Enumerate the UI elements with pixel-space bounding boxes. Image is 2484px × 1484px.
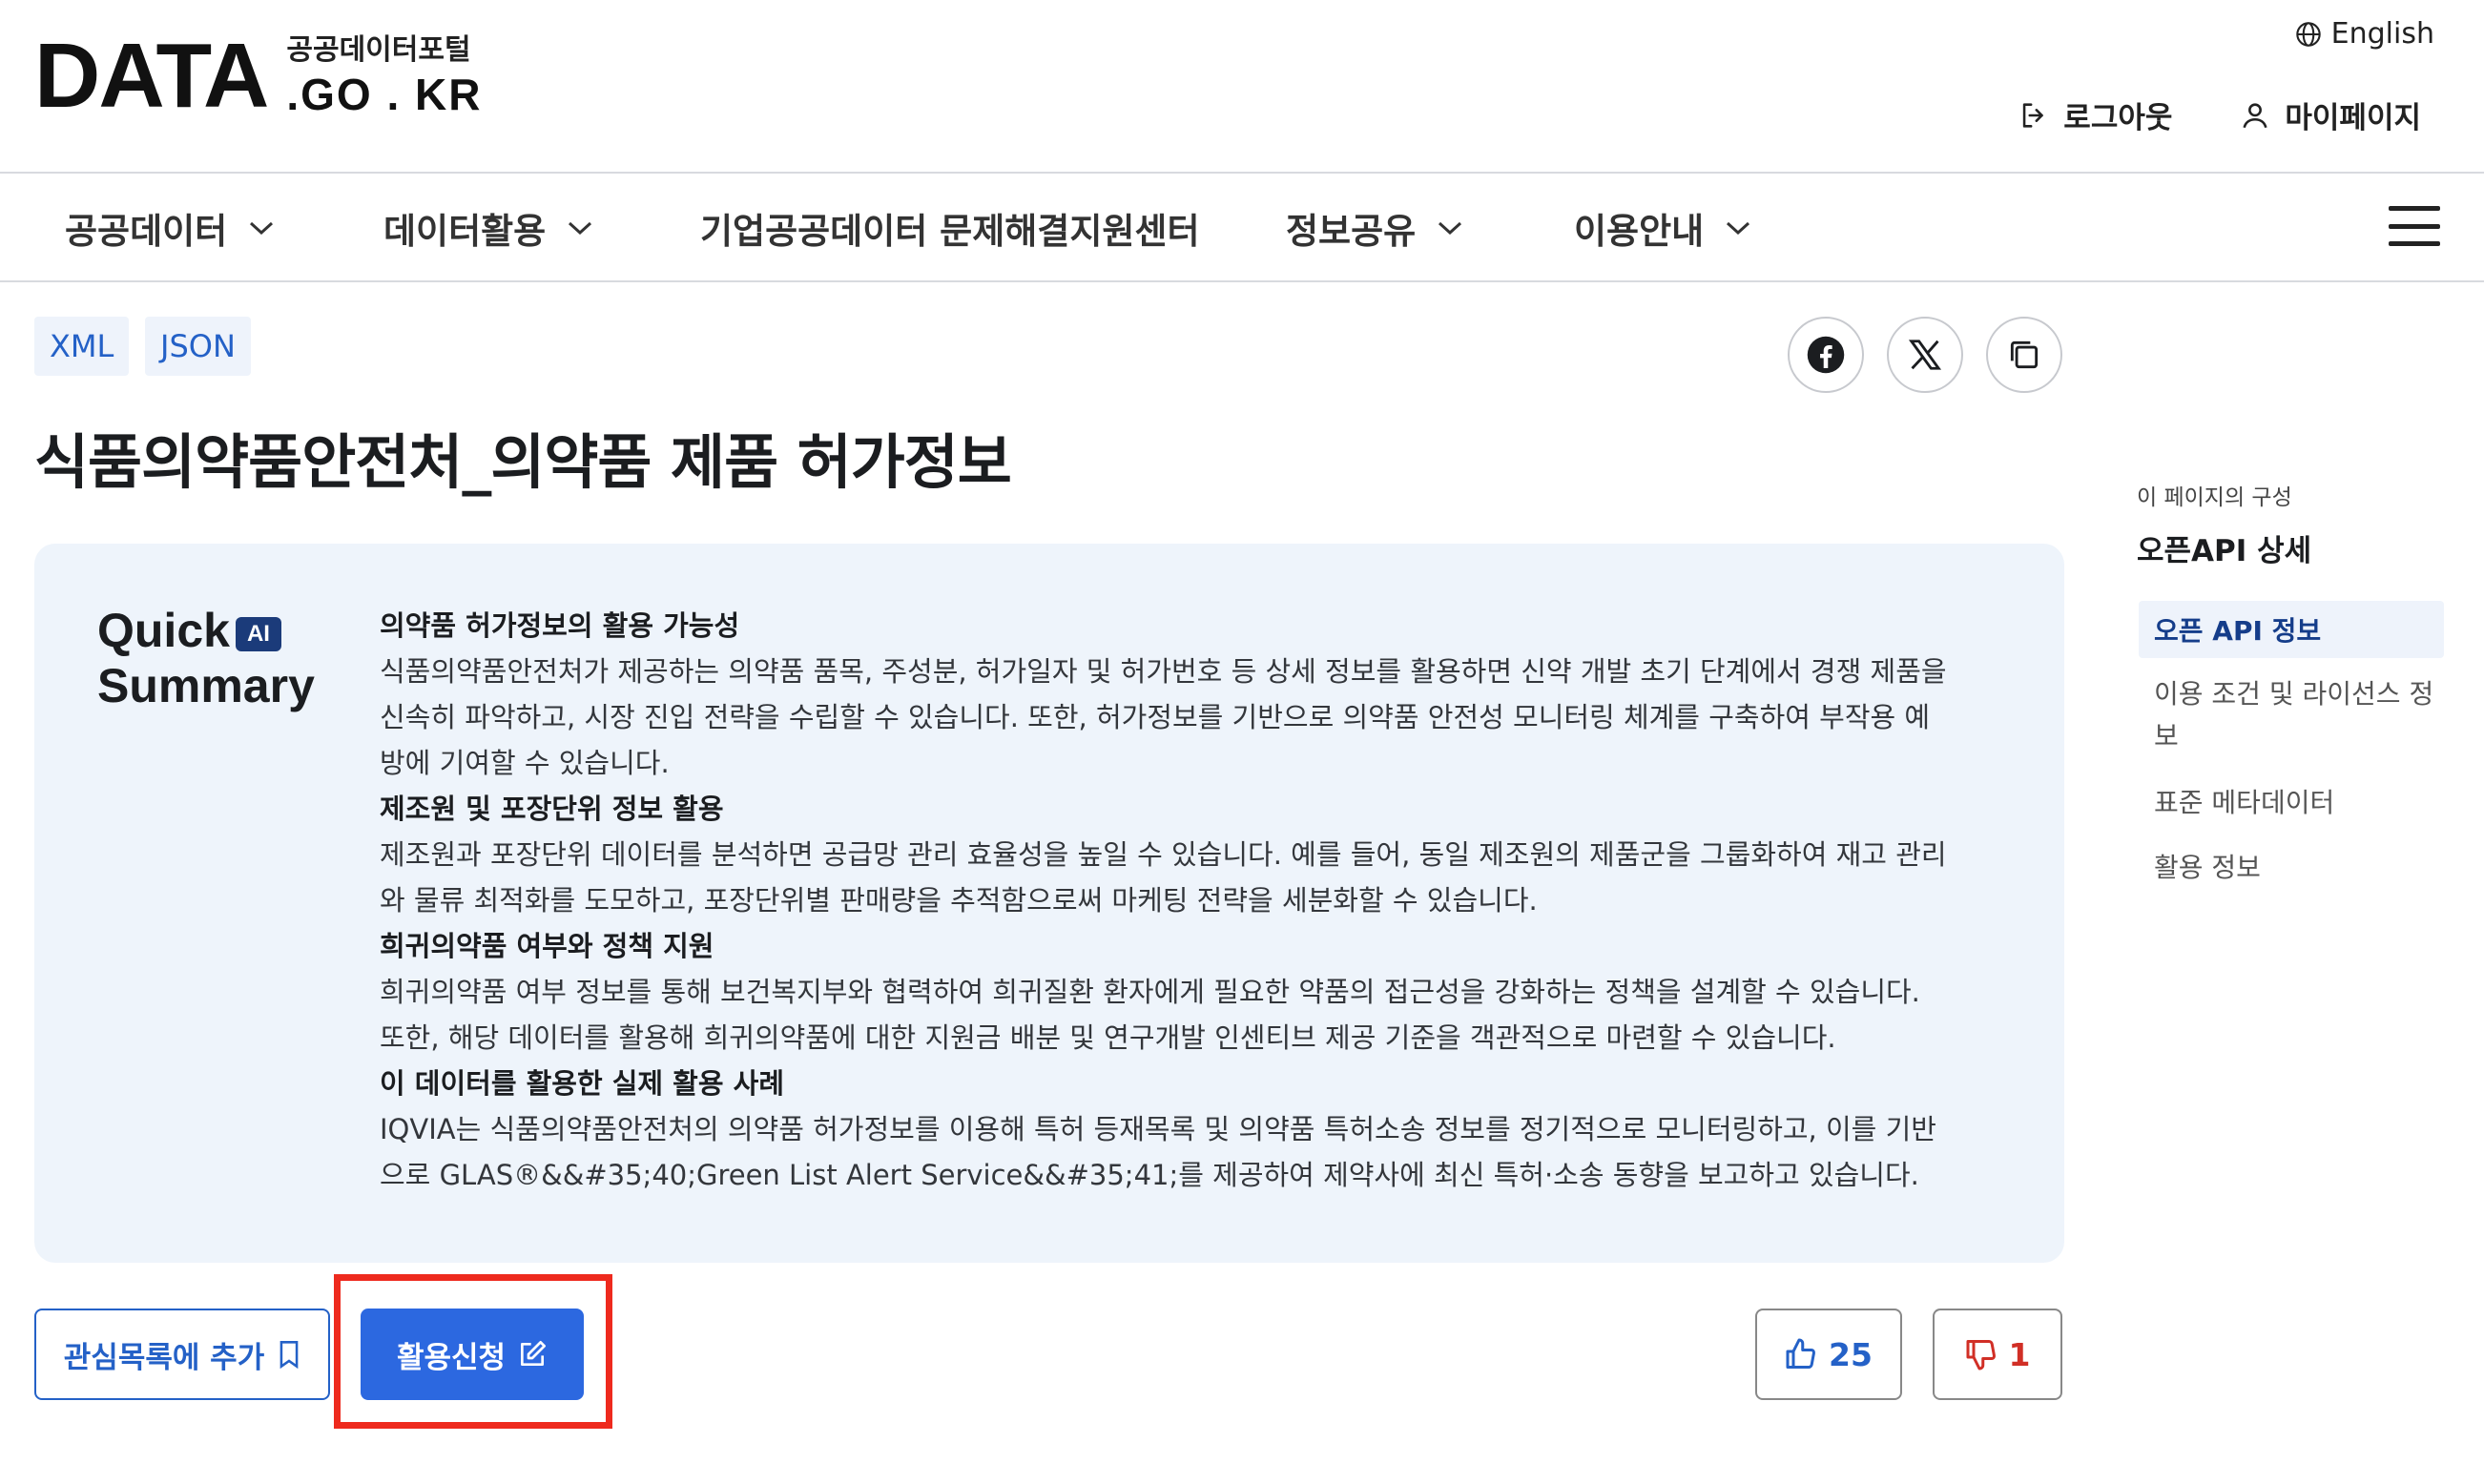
add-to-wishlist-button[interactable]: 관심목록에 추가: [34, 1309, 330, 1400]
summary-heading: 의약품 허가정보의 활용 가능성: [380, 609, 740, 642]
logout-button[interactable]: 로그아웃: [2018, 93, 2172, 136]
like-count: 25: [1829, 1335, 1873, 1373]
ai-badge: AI: [235, 616, 281, 651]
logout-icon: [2023, 102, 2044, 128]
share-x-button[interactable]: [1887, 317, 1963, 393]
toc-caption: 이 페이지의 구성: [2137, 485, 2292, 510]
site-logo[interactable]: DATA 공공데이터포털 .GO . KR: [34, 25, 483, 127]
summary-text: 희귀의약품 여부 정보를 통해 보건복지부와 협력하여 희귀질환 환자에게 필요…: [380, 976, 1920, 1008]
toc-item-license[interactable]: 이용 조건 및 라이선스 정보: [2154, 673, 2440, 757]
mypage-button[interactable]: 마이페이지: [2239, 93, 2421, 136]
dislike-button[interactable]: 1: [1933, 1309, 2062, 1400]
summary-heading: 희귀의약품 여부와 정책 지원: [380, 930, 714, 962]
like-button[interactable]: 25: [1755, 1309, 1902, 1400]
format-tag-json[interactable]: JSON: [145, 317, 251, 376]
toc-item-metadata[interactable]: 표준 메타데이터: [2154, 782, 2440, 824]
summary-text: 식품의약품안전처가 제공하는 의약품 품목, 주성분, 허가일자 및 허가번호 …: [380, 655, 1947, 688]
toc-item-usage-info[interactable]: 활용 정보: [2154, 847, 2440, 889]
site-header: DATA 공공데이터포털 .GO . KR English 로그아웃 마이페이지: [0, 0, 2484, 174]
logo-domain-text: .GO . KR: [286, 70, 483, 119]
summary-text: 으로 GLAS®&&#35;40;Green List Alert Servic…: [380, 1159, 1919, 1191]
user-utilities: 로그아웃 마이페이지: [2018, 93, 2421, 136]
toc-title: 오픈API 상세: [2137, 534, 2312, 568]
toc-item-openapi-info[interactable]: 오픈 API 정보: [2139, 601, 2444, 658]
bookmark-icon: [279, 1341, 299, 1369]
edit-icon: [521, 1341, 547, 1366]
chevron-down-icon: [569, 221, 592, 236]
nav-item-guide[interactable]: 이용안내: [1574, 202, 1751, 254]
quick-summary-title: Quick AI Summary: [97, 604, 315, 712]
apply-usage-button[interactable]: 활용신청: [361, 1309, 584, 1400]
x-logo-icon: [1908, 340, 1942, 370]
summary-text: 방에 기여할 수 있습니다.: [380, 747, 670, 779]
nav-item-enterprise-support[interactable]: 기업공공데이터 문제해결지원센터: [700, 202, 1199, 254]
thumbs-down-icon: [1966, 1340, 1996, 1371]
nav-item-data-usage[interactable]: 데이터활용: [383, 202, 593, 254]
summary-heading: 제조원 및 포장단위 정보 활용: [380, 793, 724, 825]
page-title: 식품의약품안전처_의약품 제품 허가정보: [34, 427, 1012, 497]
summary-text: 또한, 해당 데이터를 활용해 희귀의약품에 대한 지원금 배분 및 연구개발 …: [380, 1021, 1836, 1054]
summary-heading: 이 데이터를 활용한 실제 활용 사례: [380, 1067, 785, 1100]
chevron-down-icon: [1439, 221, 1462, 236]
logo-main-text: DATA: [34, 25, 269, 127]
globe-icon: [2295, 21, 2321, 47]
facebook-icon: [1807, 336, 1845, 374]
summary-text: 제조원과 포장단위 데이터를 분석하면 공급망 관리 효율성을 높일 수 있습니…: [380, 838, 1947, 871]
logo-korean-text: 공공데이터포털: [286, 33, 471, 67]
summary-text: IQVIA는 식품의약품안전처의 의약품 허가정보를 이용해 특허 등재목록 및…: [380, 1113, 1936, 1145]
quick-summary-body: 의약품 허가정보의 활용 가능성 식품의약품안전처가 제공하는 의약품 품목, …: [380, 603, 2039, 1198]
user-icon: [2243, 102, 2267, 128]
quick-summary-panel: Quick AI Summary 의약품 허가정보의 활용 가능성 식품의약품안전…: [34, 544, 2064, 1263]
mypage-label: 마이페이지: [2285, 101, 2421, 135]
chevron-down-icon: [250, 221, 274, 236]
nav-item-public-data[interactable]: 공공데이터: [65, 202, 275, 254]
language-label: English: [2330, 17, 2434, 51]
copy-link-button[interactable]: [1986, 317, 2062, 393]
logout-label: 로그아웃: [2063, 101, 2173, 135]
hamburger-menu-icon[interactable]: [2389, 206, 2440, 246]
copy-icon: [2010, 340, 2039, 369]
summary-text: 와 물류 최적화를 도모하고, 포장단위별 판매량을 추적함으로써 마케팅 전략…: [380, 884, 1538, 917]
language-switch[interactable]: English: [2295, 17, 2434, 51]
main-navigation: 공공데이터 데이터활용 기업공공데이터 문제해결지원센터 정보공유 이용안내: [0, 174, 2484, 282]
chevron-down-icon: [1727, 221, 1750, 236]
summary-text: 신속히 파악하고, 시장 진입 전략을 수립할 수 있습니다. 또한, 허가정보…: [380, 701, 1931, 733]
nav-item-info-share[interactable]: 정보공유: [1286, 202, 1463, 254]
share-facebook-button[interactable]: [1788, 317, 1864, 393]
format-tag-xml[interactable]: XML: [34, 317, 130, 376]
thumbs-up-icon: [1786, 1338, 1816, 1369]
dislike-count: 1: [2008, 1335, 2031, 1373]
